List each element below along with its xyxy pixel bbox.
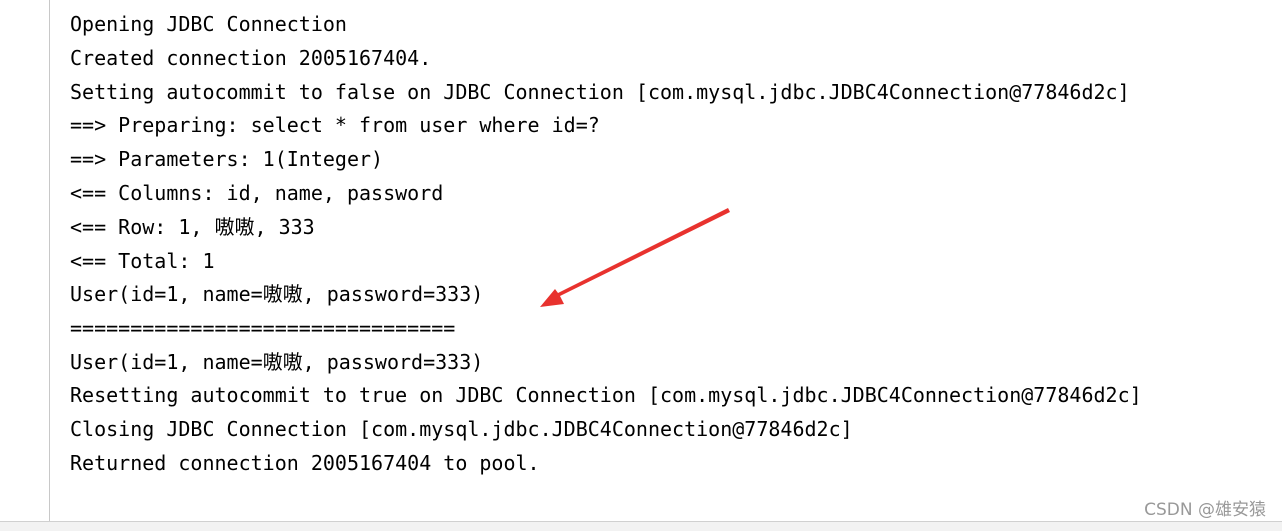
annotation-arrow — [540, 208, 730, 307]
arrow-icon — [540, 208, 730, 307]
watermark: CSDN @雄安猿 — [1144, 500, 1266, 520]
horizontal-scrollbar[interactable] — [0, 521, 1282, 531]
